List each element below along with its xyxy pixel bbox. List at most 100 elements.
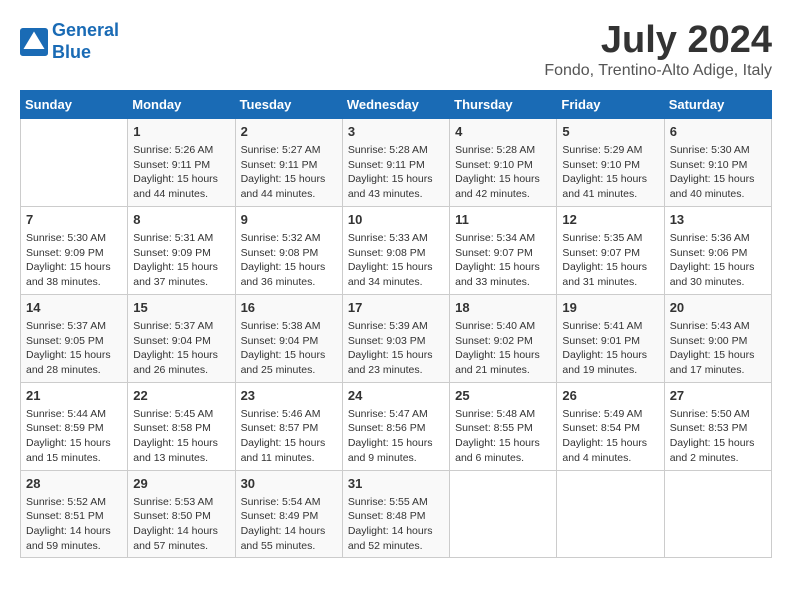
header-monday: Monday bbox=[128, 90, 235, 118]
calendar-cell: 20Sunrise: 5:43 AM Sunset: 9:00 PM Dayli… bbox=[664, 294, 771, 382]
calendar-cell: 2 Sunrise: 5:27 AM Sunset: 9:11 PM Daylig… bbox=[235, 118, 342, 206]
calendar-cell: 13Sunrise: 5:36 AM Sunset: 9:06 PM Dayli… bbox=[664, 206, 771, 294]
day-info: Sunrise: 5:26 AM Sunset: 9:11 PM Dayligh… bbox=[133, 143, 229, 202]
day-info: Sunrise: 5:44 AM Sunset: 8:59 PM Dayligh… bbox=[26, 407, 122, 466]
day-number: 1 bbox=[133, 123, 229, 141]
calendar-cell bbox=[664, 470, 771, 558]
day-info: Sunrise: 5:41 AM Sunset: 9:01 PM Dayligh… bbox=[562, 319, 658, 378]
day-number: 18 bbox=[455, 299, 551, 317]
day-number: 24 bbox=[348, 387, 444, 405]
day-info: Sunrise: 5:52 AM Sunset: 8:51 PM Dayligh… bbox=[26, 495, 122, 554]
day-number: 26 bbox=[562, 387, 658, 405]
day-number: 16 bbox=[241, 299, 337, 317]
week-row-3: 21Sunrise: 5:44 AM Sunset: 8:59 PM Dayli… bbox=[21, 382, 772, 470]
day-info: Sunrise: 5:28 AM Sunset: 9:10 PM Dayligh… bbox=[455, 143, 551, 202]
calendar-cell bbox=[450, 470, 557, 558]
day-info: Sunrise: 5:32 AM Sunset: 9:08 PM Dayligh… bbox=[241, 231, 337, 290]
calendar-cell bbox=[21, 118, 128, 206]
calendar-cell: 14Sunrise: 5:37 AM Sunset: 9:05 PM Dayli… bbox=[21, 294, 128, 382]
calendar-cell: 29 Sunrise: 5:53 AM Sunset: 8:50 PM Dayli… bbox=[128, 470, 235, 558]
calendar-cell: 4 Sunrise: 5:28 AM Sunset: 9:10 PM Daylig… bbox=[450, 118, 557, 206]
day-number: 19 bbox=[562, 299, 658, 317]
day-info: Sunrise: 5:33 AM Sunset: 9:08 PM Dayligh… bbox=[348, 231, 444, 290]
day-number: 17 bbox=[348, 299, 444, 317]
calendar-cell: 17 Sunrise: 5:39 AM Sunset: 9:03 PM Dayli… bbox=[342, 294, 449, 382]
month-title: July 2024 bbox=[544, 20, 772, 62]
calendar-cell: 1 Sunrise: 5:26 AM Sunset: 9:11 PM Daylig… bbox=[128, 118, 235, 206]
day-info: Sunrise: 5:49 AM Sunset: 8:54 PM Dayligh… bbox=[562, 407, 658, 466]
day-number: 28 bbox=[26, 475, 122, 493]
day-info: Sunrise: 5:53 AM Sunset: 8:50 PM Dayligh… bbox=[133, 495, 229, 554]
header-friday: Friday bbox=[557, 90, 664, 118]
week-row-0: 1 Sunrise: 5:26 AM Sunset: 9:11 PM Daylig… bbox=[21, 118, 772, 206]
day-number: 22 bbox=[133, 387, 229, 405]
header-wednesday: Wednesday bbox=[342, 90, 449, 118]
day-info: Sunrise: 5:39 AM Sunset: 9:03 PM Dayligh… bbox=[348, 319, 444, 378]
calendar-cell: 27 Sunrise: 5:50 AM Sunset: 8:53 PM Dayli… bbox=[664, 382, 771, 470]
calendar-table: SundayMondayTuesdayWednesdayThursdayFrid… bbox=[20, 90, 772, 559]
header-saturday: Saturday bbox=[664, 90, 771, 118]
calendar-cell: 23 Sunrise: 5:46 AM Sunset: 8:57 PM Dayli… bbox=[235, 382, 342, 470]
day-number: 30 bbox=[241, 475, 337, 493]
logo: General Blue bbox=[20, 20, 119, 63]
header-sunday: Sunday bbox=[21, 90, 128, 118]
day-info: Sunrise: 5:35 AM Sunset: 9:07 PM Dayligh… bbox=[562, 231, 658, 290]
day-info: Sunrise: 5:50 AM Sunset: 8:53 PM Dayligh… bbox=[670, 407, 766, 466]
day-number: 6 bbox=[670, 123, 766, 141]
day-info: Sunrise: 5:34 AM Sunset: 9:07 PM Dayligh… bbox=[455, 231, 551, 290]
calendar-cell: 11 Sunrise: 5:34 AM Sunset: 9:07 PM Dayli… bbox=[450, 206, 557, 294]
location-title: Fondo, Trentino-Alto Adige, Italy bbox=[544, 62, 772, 80]
day-number: 2 bbox=[241, 123, 337, 141]
day-number: 4 bbox=[455, 123, 551, 141]
day-info: Sunrise: 5:54 AM Sunset: 8:49 PM Dayligh… bbox=[241, 495, 337, 554]
day-number: 31 bbox=[348, 475, 444, 493]
calendar-cell: 25Sunrise: 5:48 AM Sunset: 8:55 PM Dayli… bbox=[450, 382, 557, 470]
day-info: Sunrise: 5:46 AM Sunset: 8:57 PM Dayligh… bbox=[241, 407, 337, 466]
day-number: 14 bbox=[26, 299, 122, 317]
logo-text: General Blue bbox=[52, 20, 119, 63]
day-number: 7 bbox=[26, 211, 122, 229]
week-row-4: 28 Sunrise: 5:52 AM Sunset: 8:51 PM Dayli… bbox=[21, 470, 772, 558]
day-number: 10 bbox=[348, 211, 444, 229]
header-thursday: Thursday bbox=[450, 90, 557, 118]
day-info: Sunrise: 5:37 AM Sunset: 9:04 PM Dayligh… bbox=[133, 319, 229, 378]
day-number: 15 bbox=[133, 299, 229, 317]
week-row-2: 14Sunrise: 5:37 AM Sunset: 9:05 PM Dayli… bbox=[21, 294, 772, 382]
day-number: 3 bbox=[348, 123, 444, 141]
day-number: 29 bbox=[133, 475, 229, 493]
calendar-cell: 7 Sunrise: 5:30 AM Sunset: 9:09 PM Daylig… bbox=[21, 206, 128, 294]
calendar-cell: 19 Sunrise: 5:41 AM Sunset: 9:01 PM Dayli… bbox=[557, 294, 664, 382]
day-info: Sunrise: 5:27 AM Sunset: 9:11 PM Dayligh… bbox=[241, 143, 337, 202]
day-number: 27 bbox=[670, 387, 766, 405]
calendar-cell: 8 Sunrise: 5:31 AM Sunset: 9:09 PM Daylig… bbox=[128, 206, 235, 294]
calendar-header-row: SundayMondayTuesdayWednesdayThursdayFrid… bbox=[21, 90, 772, 118]
day-info: Sunrise: 5:55 AM Sunset: 8:48 PM Dayligh… bbox=[348, 495, 444, 554]
day-number: 20 bbox=[670, 299, 766, 317]
calendar-cell: 21Sunrise: 5:44 AM Sunset: 8:59 PM Dayli… bbox=[21, 382, 128, 470]
day-info: Sunrise: 5:28 AM Sunset: 9:11 PM Dayligh… bbox=[348, 143, 444, 202]
calendar-cell: 6 Sunrise: 5:30 AM Sunset: 9:10 PM Daylig… bbox=[664, 118, 771, 206]
week-row-1: 7 Sunrise: 5:30 AM Sunset: 9:09 PM Daylig… bbox=[21, 206, 772, 294]
day-info: Sunrise: 5:47 AM Sunset: 8:56 PM Dayligh… bbox=[348, 407, 444, 466]
calendar-cell: 22Sunrise: 5:45 AM Sunset: 8:58 PM Dayli… bbox=[128, 382, 235, 470]
day-info: Sunrise: 5:30 AM Sunset: 9:09 PM Dayligh… bbox=[26, 231, 122, 290]
calendar-cell: 30 Sunrise: 5:54 AM Sunset: 8:49 PM Dayli… bbox=[235, 470, 342, 558]
day-info: Sunrise: 5:31 AM Sunset: 9:09 PM Dayligh… bbox=[133, 231, 229, 290]
calendar-cell: 28 Sunrise: 5:52 AM Sunset: 8:51 PM Dayli… bbox=[21, 470, 128, 558]
day-info: Sunrise: 5:29 AM Sunset: 9:10 PM Dayligh… bbox=[562, 143, 658, 202]
day-info: Sunrise: 5:38 AM Sunset: 9:04 PM Dayligh… bbox=[241, 319, 337, 378]
calendar-cell: 3 Sunrise: 5:28 AM Sunset: 9:11 PM Daylig… bbox=[342, 118, 449, 206]
calendar-cell: 12Sunrise: 5:35 AM Sunset: 9:07 PM Dayli… bbox=[557, 206, 664, 294]
logo-icon bbox=[20, 28, 48, 56]
day-number: 25 bbox=[455, 387, 551, 405]
day-number: 9 bbox=[241, 211, 337, 229]
calendar-cell: 26 Sunrise: 5:49 AM Sunset: 8:54 PM Dayli… bbox=[557, 382, 664, 470]
day-number: 23 bbox=[241, 387, 337, 405]
header-tuesday: Tuesday bbox=[235, 90, 342, 118]
day-number: 8 bbox=[133, 211, 229, 229]
calendar-cell: 18Sunrise: 5:40 AM Sunset: 9:02 PM Dayli… bbox=[450, 294, 557, 382]
day-number: 11 bbox=[455, 211, 551, 229]
page-header: General Blue July 2024 Fondo, Trentino-A… bbox=[20, 20, 772, 80]
day-info: Sunrise: 5:30 AM Sunset: 9:10 PM Dayligh… bbox=[670, 143, 766, 202]
calendar-cell: 16 Sunrise: 5:38 AM Sunset: 9:04 PM Dayli… bbox=[235, 294, 342, 382]
